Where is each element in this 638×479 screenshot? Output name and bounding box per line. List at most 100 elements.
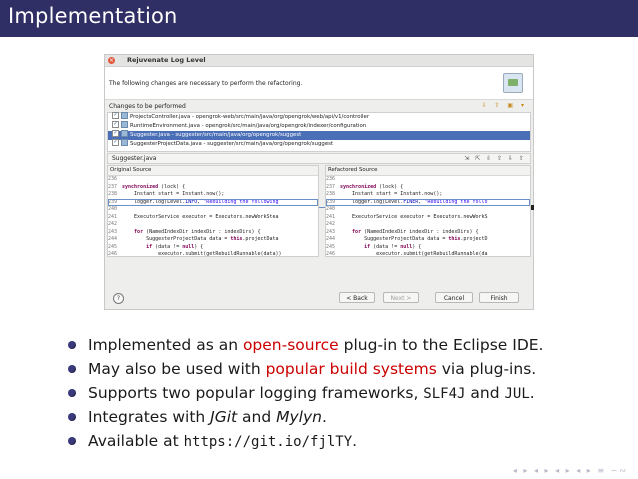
italic-text: JGit <box>210 408 238 426</box>
change-item-label: Suggester.java - suggester/src/main/java… <box>130 132 302 138</box>
bullet-text: May also be used with <box>88 360 266 378</box>
code-text: if (data != null) { <box>146 243 204 250</box>
checkbox[interactable]: ✓ <box>112 139 119 146</box>
line-number: 241 <box>108 213 118 220</box>
original-code: 236 237 synchronized (lock) {238 Instant s… <box>108 176 318 257</box>
line-number: 240 <box>326 206 336 212</box>
dialog-title: Rejuvenate Log Level <box>127 56 206 64</box>
bullet-list: Implemented as an open-source plug-in to… <box>68 333 543 453</box>
refactored-source-label: Refactored Source <box>326 166 530 176</box>
line-number: 242 <box>108 221 118 227</box>
bullet-text: via plug-ins. <box>436 360 537 378</box>
bullet-text: . <box>529 384 535 402</box>
line-number: 236 <box>108 176 118 182</box>
bullet-text: plug-in to the Eclipse IDE. <box>338 336 544 354</box>
code-line: 243 for (NamedIndexDir indexDir : indexD… <box>326 229 530 237</box>
code-line: 241 ExecutorService executor = Executors… <box>108 214 318 222</box>
change-marker <box>531 205 534 210</box>
code-text: synchronized (lock) { <box>122 183 186 190</box>
line-number: 246 <box>108 251 118 257</box>
code-line: 238 Instant start = Instant.now(); <box>326 191 530 199</box>
bullet-icon <box>68 341 76 349</box>
code-line: 239 logger.log(Level.INFO, "Rebuilding t… <box>108 198 318 206</box>
dialog-title-bar: × Rejuvenate Log Level <box>105 55 533 67</box>
finish-button[interactable]: Finish <box>479 292 519 303</box>
code-line: 246 executor.submit(getRebuildRunnable(d… <box>108 251 318 257</box>
dialog-footer: ? < Back Next > Cancel Finish <box>105 289 533 309</box>
cancel-button[interactable]: Cancel <box>435 292 473 303</box>
code-text: synchronized (lock) { <box>340 183 404 190</box>
line-number: 244 <box>108 236 118 242</box>
line-number: 241 <box>326 213 336 220</box>
code-text: SuggesterProjectData data = this.project… <box>122 236 279 242</box>
compare-toolbar-icons[interactable]: ⇲ ⇱ ⇩ ⇧ ⇩ ⇧ <box>464 155 526 162</box>
changes-label: Changes to be performed <box>109 103 186 110</box>
bullet-text: Supports two popular logging frameworks, <box>88 384 424 402</box>
close-icon[interactable]: × <box>108 57 115 64</box>
code-line: 242 <box>326 221 530 229</box>
code-line: 236 <box>108 176 318 184</box>
line-number: 242 <box>326 221 336 227</box>
changes-list[interactable]: ✓ ProjectsController.java - opengrok-web/… <box>107 112 531 152</box>
code-text: Instant start = Instant.now(); <box>340 191 443 197</box>
checkbox[interactable]: ✓ <box>112 121 119 128</box>
line-number: 245 <box>326 243 336 250</box>
bullet-item: Available at https://git.io/fjlTY. <box>68 429 543 453</box>
dialog-description: The following changes are necessary to p… <box>109 80 303 87</box>
bullet-icon <box>68 437 76 445</box>
bullet-text: Implemented as an <box>88 336 243 354</box>
checkbox[interactable]: ✓ <box>112 112 119 119</box>
original-source-pane[interactable]: Original Source 236 237 synchronized (lock… <box>107 165 319 257</box>
bullet-text: and <box>465 384 505 402</box>
line-number: 245 <box>108 243 118 250</box>
line-number: 236 <box>326 176 336 182</box>
code-text: for (NamedIndexDir indexDir : indexDirs)… <box>134 228 261 235</box>
change-list-item[interactable]: ✓ Suggester.java - suggester/src/main/jav… <box>108 130 530 140</box>
change-list-item[interactable]: ✓ RuntimeEnvironment.java - opengrok/src/… <box>108 121 530 131</box>
refactor-wizard-icon <box>503 73 523 93</box>
bullet-item: Implemented as an open-source plug-in to… <box>68 333 543 357</box>
slide-title-bar: Implementation <box>0 0 638 37</box>
line-number: 237 <box>326 183 336 190</box>
changes-toolbar-icons[interactable]: ⇩ ⇧ ▣ ▾ <box>482 102 527 109</box>
bullet-icon <box>68 365 76 373</box>
bullet-item: Supports two popular logging frameworks,… <box>68 381 543 405</box>
code-line: 241 ExecutorService executor = Executors… <box>326 214 530 222</box>
compare-file-title: Suggester.java <box>112 155 157 162</box>
code-text: logger.log(Level.INFO, "Rebuilding the f… <box>122 198 279 205</box>
line-number: 246 <box>326 251 336 257</box>
checkbox[interactable]: ✓ <box>112 130 119 137</box>
code-line: 243 for (NamedIndexDir indexDir : indexD… <box>108 229 318 237</box>
line-number: 239 <box>326 198 336 205</box>
change-item-label: ProjectsController.java - opengrok-web/s… <box>130 114 370 120</box>
code-text: Instant start = Instant.now(); <box>122 191 225 197</box>
code-text: executor.submit(getRebuildRunnable(data)… <box>122 251 282 257</box>
code-line: 242 <box>108 221 318 229</box>
bullet-text: . <box>322 408 327 426</box>
line-number: 243 <box>326 228 336 235</box>
refactored-source-pane[interactable]: Refactored Source 236 237 synchronized (lo… <box>325 165 531 257</box>
change-item-label: RuntimeEnvironment.java - opengrok/src/m… <box>130 123 367 129</box>
url-link[interactable]: https://git.io/fjlTY <box>184 434 353 450</box>
bullet-item: Integrates with JGit and Mylyn. <box>68 405 543 429</box>
original-source-label: Original Source <box>108 166 318 176</box>
code-text: ExecutorService executor = Executors.new… <box>340 213 488 220</box>
dialog-banner: The following changes are necessary to p… <box>105 67 533 100</box>
change-list-item[interactable]: ✓ SuggesterProjectData.java - suggester/s… <box>108 139 530 149</box>
line-number: 240 <box>108 206 118 212</box>
change-list-item[interactable]: ✓ ProjectsController.java - opengrok-web/… <box>108 112 530 122</box>
code-text: JUL <box>504 386 530 402</box>
code-line: 244 SuggesterProjectData data = this.pro… <box>326 236 530 244</box>
help-button[interactable]: ? <box>113 293 124 304</box>
line-number: 243 <box>108 228 118 235</box>
next-button[interactable]: Next > <box>383 292 419 303</box>
code-text: logger.log(Level.FINER, "Rebuilding the … <box>340 198 488 205</box>
java-file-icon <box>121 121 128 128</box>
slide-title: Implementation <box>8 4 178 28</box>
back-button[interactable]: < Back <box>339 292 375 303</box>
code-text: SLF4J <box>423 386 466 402</box>
line-number: 239 <box>108 198 118 205</box>
beamer-navigation-icons[interactable]: ◂ ▸ ◂ ▸ ◂ ▸ ◂ ▸ ≡ ∽∾ <box>513 466 628 475</box>
code-line: 239 logger.log(Level.FINER, "Rebuilding … <box>326 198 530 206</box>
bullet-item: May also be used with popular build syst… <box>68 357 543 381</box>
